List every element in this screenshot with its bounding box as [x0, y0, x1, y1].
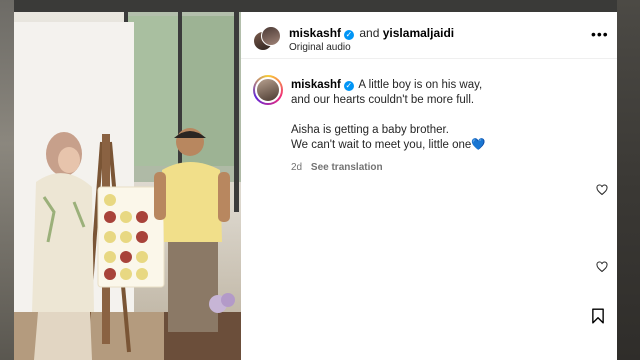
post-panel: miskashf ✓ and yislamaljaidi Original aud… — [241, 12, 617, 360]
collab-avatars[interactable] — [253, 26, 281, 51]
post-photo — [14, 12, 241, 360]
bookmark-icon[interactable] — [591, 308, 605, 324]
verified-badge-icon: ✓ — [344, 30, 355, 40]
heart-outline-icon[interactable] — [596, 184, 608, 196]
and-connector: and — [359, 26, 380, 40]
header-users: miskashf ✓ and yislamaljaidi — [289, 26, 454, 40]
avatar — [261, 26, 281, 46]
caption-line-3: Aisha is getting a baby brother. — [291, 124, 449, 136]
caption-username[interactable]: miskashf — [291, 79, 341, 91]
blue-heart-emoji: 💙 — [471, 139, 486, 151]
photo-illustration — [14, 12, 241, 360]
verified-badge-icon: ✓ — [343, 81, 354, 91]
post-time: 2d — [291, 162, 303, 173]
caption-avatar[interactable] — [253, 75, 283, 105]
heart-outline-icon[interactable] — [596, 261, 608, 273]
backdrop-right — [617, 0, 640, 360]
see-translation-link[interactable]: See translation — [311, 162, 383, 173]
backdrop-left — [0, 0, 14, 360]
caption-line-1: A little boy is on his way, — [358, 79, 483, 91]
collaborator-link[interactable]: yislamaljaidi — [383, 26, 454, 40]
audio-link[interactable]: Original audio — [289, 42, 351, 53]
caption-line-4: We can't wait to meet you, little one — [291, 139, 472, 151]
username-link[interactable]: miskashf — [289, 26, 341, 40]
caption-text: miskashf ✓ A little boy is on his way, an… — [291, 78, 591, 153]
avatar-image — [255, 77, 281, 103]
caption-line-2: and our hearts couldn't be more full. — [291, 94, 475, 106]
more-options-icon[interactable]: ••• — [591, 27, 608, 41]
caption-meta: 2d See translation — [291, 162, 383, 173]
post-header: miskashf ✓ and yislamaljaidi Original aud… — [241, 12, 617, 59]
